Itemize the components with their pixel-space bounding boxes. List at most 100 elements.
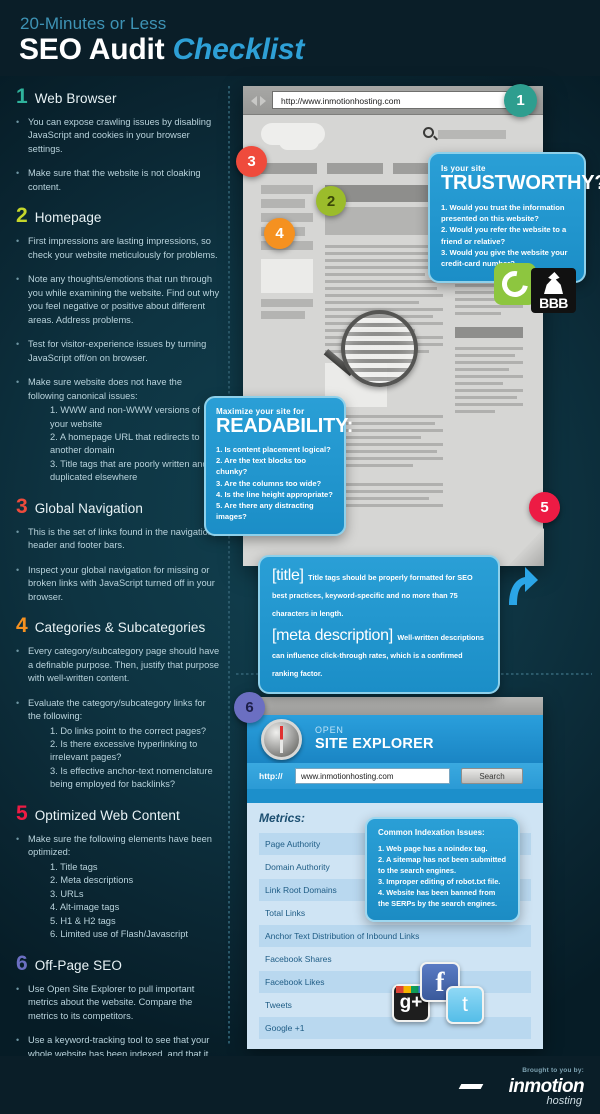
right-rail-heading (455, 327, 523, 338)
checklist-section: 3 Global Navigation • This is the set of li… (16, 496, 220, 604)
callout-list: 1. Would you trust the information prese… (441, 202, 573, 269)
ose-search-button[interactable]: Search (461, 768, 523, 784)
nav-item-placeholder (327, 163, 383, 174)
checklist-bullet: • Use Open Site Explorer to pull importan… (16, 983, 220, 1023)
browser-chrome: http://www.inmotionhosting.com (243, 86, 543, 115)
section-heading: 1 Web Browser (16, 86, 220, 107)
sidebar-bar (261, 311, 305, 319)
forward-arrow-icon[interactable] (260, 96, 266, 106)
text-line (325, 266, 443, 269)
text-line (455, 368, 509, 371)
ose-header: OPEN SITE EXPLORER (247, 715, 543, 763)
section-title: Off-Page SEO (34, 957, 122, 973)
header-subtitle: 20-Minutes or Less (20, 14, 167, 33)
checklist-bullet: • Make sure website does not have the fol… (16, 376, 220, 485)
bullet-text-group: You can expose crawling issues by disabl… (28, 116, 220, 156)
bullet-dot-icon: • (16, 168, 20, 179)
bullet-dot-icon: • (16, 377, 20, 388)
callout-readability: Maximize your site for READABILITY: 1. I… (204, 396, 353, 536)
ose-http-label: http:// (259, 771, 283, 781)
bullet-dot-icon: • (16, 526, 20, 537)
title-tag-label: [title] (272, 567, 304, 584)
bullet-sublist-item: 2. A homepage URL that redirects to anot… (50, 431, 200, 456)
section-title: Optimized Web Content (34, 807, 180, 823)
text-line (455, 403, 523, 406)
bullet-sublist-item: 5. H1 & H2 tags (50, 915, 116, 926)
text-line (455, 312, 501, 315)
checklist-section: 4 Categories & Subcategories • Every catego… (16, 615, 220, 792)
callout-title-meta: [title] Title tags should be properly fo… (258, 555, 500, 694)
text-line (455, 354, 515, 357)
marker-bubble-1: 1 (504, 84, 537, 117)
bullet-dot-icon: • (16, 697, 20, 708)
title-main-text: SEO Audit (19, 33, 165, 66)
bullet-text: Make sure the following elements have be… (28, 833, 212, 858)
inmotion-sub-label: hosting (546, 1095, 582, 1107)
section-title: Web Browser (34, 91, 117, 106)
bullet-dot-icon: • (16, 564, 20, 575)
bullet-text-group: Make sure the following elements have be… (28, 833, 220, 942)
bullet-text-group: Use Open Site Explorer to pull important… (28, 983, 220, 1023)
metrics-row[interactable]: Anchor Text Distribution of Inbound Link… (259, 925, 531, 947)
indexation-list-item: 3. Improper editing of robot.txt file. (378, 876, 501, 886)
marker-bubble-4: 4 (264, 218, 295, 249)
callout-list: 1. Is content placement logical? 2. Are … (216, 444, 334, 523)
page-title: SEO Audit Checklist (19, 33, 304, 67)
twitter-label: t (462, 993, 468, 1016)
back-arrow-icon[interactable] (251, 96, 257, 106)
bullet-dot-icon: • (16, 339, 20, 350)
bullet-text: Make sure website does not have the foll… (28, 377, 183, 401)
magnifier-icon (341, 310, 418, 387)
checklist-column: 1 Web Browser • You can expose crawling iss… (16, 86, 220, 1114)
text-line (455, 305, 523, 308)
bullet-text-group: Test for visitor-experience issues by tu… (28, 338, 220, 365)
text-line (455, 389, 523, 392)
indexation-list: 1. Web page has a noindex tag. 2. A site… (378, 844, 508, 910)
callout-list-item: 2. Would you refer the website to a frie… (441, 225, 567, 246)
text-line (325, 301, 419, 304)
nav-item-placeholder (261, 163, 317, 174)
bullet-text-group: This is the set of links found in the na… (28, 526, 220, 553)
section-number: 2 (16, 204, 28, 228)
bullet-sublist-item: 3. URLs (50, 888, 84, 899)
section-number: 6 (16, 951, 28, 975)
bullet-text-group: Evaluate the category/subcategory links … (28, 697, 220, 792)
text-line (325, 252, 443, 255)
metrics-row[interactable]: Facebook Shares (259, 948, 531, 970)
bullet-text-group: First impressions are lasting impression… (28, 235, 220, 262)
bullet-text-group: Note any thoughts/emotions that run thro… (28, 273, 220, 327)
bullet-sublist-item: 2. Is there excessive hyperlinking to ir… (50, 739, 198, 763)
bullet-sublist-item: 4. Alt-image tags (50, 902, 120, 913)
section-number: 1 (16, 85, 28, 108)
site-logo-placeholder-2 (279, 133, 319, 150)
bullet-text: Note any thoughts/emotions that run thro… (28, 274, 220, 325)
callout-list-item: 4. Is the line height appropriate? (216, 489, 333, 499)
bullet-sublist-item: 1. WWW and non-WWW versions of your webs… (50, 405, 200, 429)
indexation-list-item: 2. A sitemap has not been submitted to t… (378, 854, 506, 875)
checklist-bullet: • You can expose crawling issues by disab… (16, 116, 220, 156)
callout-list-item: 1. Is content placement logical? (216, 445, 331, 454)
section-heading: 5 Optimized Web Content (16, 803, 220, 824)
browser-url-input[interactable]: http://www.inmotionhosting.com (272, 91, 524, 109)
bullet-text: This is the set of links found in the na… (28, 526, 216, 551)
section-number: 4 (16, 614, 28, 638)
section-number: 3 (16, 494, 28, 518)
meta-tag-label: [meta description] (272, 627, 393, 644)
bullet-dot-icon: • (16, 274, 20, 285)
ose-url-input[interactable]: www.inmotionhosting.com (295, 768, 450, 784)
bullet-sublist-item: 2. Meta descriptions (50, 875, 134, 886)
browser-nav-arrows[interactable] (251, 96, 266, 106)
text-line (325, 287, 437, 290)
callout-title: TRUSTWORTHY?: (441, 172, 600, 194)
ose-open-label: OPEN (315, 725, 344, 735)
bullet-text-group: Make sure that the website is not cloaki… (28, 167, 220, 194)
meta-tag-group: [meta description] Well-written descript… (272, 627, 486, 681)
ose-search-bar: http:// www.inmotionhosting.com Search (247, 763, 543, 789)
section-title: Categories & Subcategories (34, 620, 206, 636)
bbb-label: BBB (539, 295, 568, 311)
bullet-text: You can expose crawling issues by disabl… (28, 117, 212, 154)
checklist-bullet: • Every category/subcategory page should … (16, 645, 220, 685)
ose-window-chrome (247, 697, 543, 715)
trust-seal-ring-icon (496, 265, 534, 303)
text-line (325, 259, 435, 262)
